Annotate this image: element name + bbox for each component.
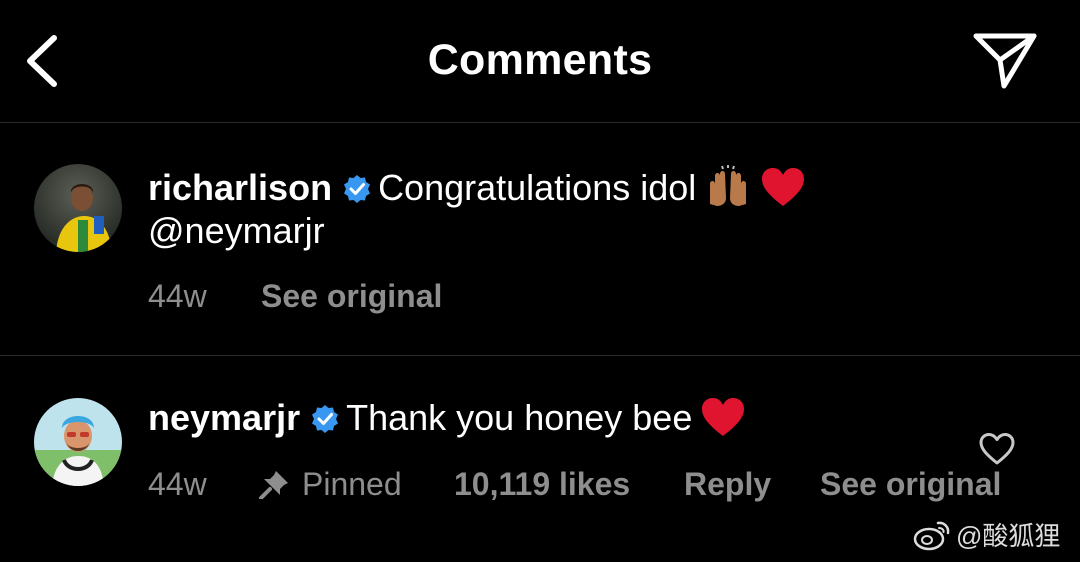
avatar-image bbox=[34, 164, 122, 252]
paper-plane-icon bbox=[973, 33, 1037, 89]
pinned-label: Pinned bbox=[258, 466, 402, 507]
header-divider bbox=[0, 122, 1080, 123]
pinned-text: Pinned bbox=[302, 466, 402, 502]
red-heart-emoji bbox=[760, 166, 806, 217]
verified-badge-icon bbox=[310, 401, 340, 443]
watermark: @酸狐狸 bbox=[912, 516, 1060, 558]
see-original-button[interactable]: See original bbox=[820, 466, 1001, 503]
see-original-button[interactable]: See original bbox=[261, 278, 442, 315]
comment-timestamp: 44w bbox=[148, 278, 207, 314]
like-button[interactable] bbox=[978, 432, 1016, 466]
weibo-logo-icon bbox=[912, 519, 952, 558]
heart-outline-icon bbox=[979, 433, 1015, 465]
header: Comments bbox=[0, 0, 1080, 122]
avatar-image bbox=[34, 398, 122, 486]
share-button[interactable] bbox=[972, 30, 1040, 92]
comment-divider bbox=[0, 355, 1080, 356]
likes-count[interactable]: 10,119 likes bbox=[454, 466, 630, 503]
avatar[interactable] bbox=[34, 164, 122, 252]
pin-icon bbox=[258, 469, 290, 507]
raising-hands-emoji bbox=[704, 164, 752, 217]
watermark-text: @酸狐狸 bbox=[956, 521, 1061, 551]
red-heart-emoji bbox=[700, 396, 746, 447]
comment-timestamp: 44w bbox=[148, 466, 207, 502]
comment-username[interactable]: richarlison bbox=[148, 167, 332, 208]
reply-button[interactable]: Reply bbox=[684, 466, 771, 503]
verified-badge-icon bbox=[342, 171, 372, 213]
comment-mention[interactable]: @neymarjr bbox=[148, 210, 325, 252]
comment-text-line: neymarjr Thank you honey bee bbox=[148, 396, 746, 447]
comment-text: Thank you honey bee bbox=[346, 397, 693, 438]
page-title: Comments bbox=[427, 36, 653, 84]
comment-username[interactable]: neymarjr bbox=[148, 397, 300, 438]
comment-text: Congratulations idol bbox=[378, 167, 697, 208]
avatar[interactable] bbox=[34, 398, 122, 486]
